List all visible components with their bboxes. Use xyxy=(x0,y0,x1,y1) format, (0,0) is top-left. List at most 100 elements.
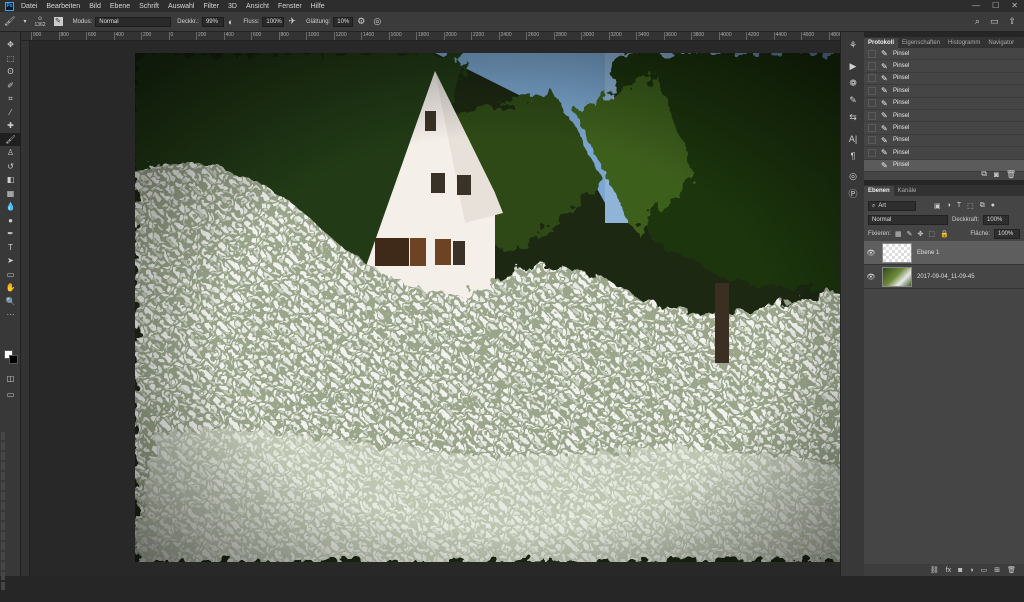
menu-bild[interactable]: Bild xyxy=(89,3,101,10)
deckkraft-input[interactable]: 99% xyxy=(201,16,224,27)
quick-mask-icon[interactable]: ◫ xyxy=(0,372,21,386)
document-canvas[interactable] xyxy=(135,53,864,562)
smart-object-filter-icon[interactable]: ⧉ xyxy=(980,202,985,210)
pixel-filter-icon[interactable]: ▣ xyxy=(934,202,941,210)
history-snapshot-checkbox[interactable] xyxy=(868,62,876,71)
maximize-icon[interactable]: ☐ xyxy=(992,1,999,10)
history-snapshot-checkbox[interactable] xyxy=(868,148,876,157)
dodge-icon[interactable]: ● xyxy=(0,214,21,228)
pressure-size-icon[interactable]: ◎ xyxy=(373,16,381,27)
history-item[interactable]: ✎ Pinsel xyxy=(864,110,1024,123)
brush-preset-picker[interactable]: ⊙ 1362 xyxy=(34,16,45,28)
brush-icon[interactable]: 🖌 xyxy=(0,132,21,146)
brush-settings-icon[interactable]: ✎ xyxy=(53,17,63,26)
history-snapshot-checkbox[interactable] xyxy=(868,49,876,58)
history-item[interactable]: ✎ Pinsel xyxy=(864,122,1024,135)
lock-pixels-icon[interactable]: ✎ xyxy=(907,230,913,238)
channels-icon[interactable]: ◎ xyxy=(841,168,865,185)
history-item[interactable]: ✎ Pinsel xyxy=(864,147,1024,160)
lock-all-icon[interactable]: 🔒 xyxy=(940,230,949,238)
adjustment-filter-icon[interactable]: ◑ xyxy=(947,202,951,210)
new-document-from-state-icon[interactable]: ⧉ xyxy=(981,169,987,179)
visibility-eye-icon[interactable]: 👁 xyxy=(864,249,878,257)
layer-row-ebene-1[interactable]: 👁 Ebene 1 xyxy=(864,241,1024,265)
menu-filter[interactable]: Filter xyxy=(203,3,219,10)
gear-icon[interactable]: ⚙ xyxy=(357,16,365,27)
libraries-icon[interactable]: ⚘ xyxy=(841,37,865,54)
minimize-icon[interactable]: — xyxy=(972,1,980,10)
modus-select[interactable]: Normal xyxy=(95,16,172,27)
history-item[interactable]: ✎ Pinsel xyxy=(864,135,1024,148)
lasso-icon[interactable]: ʘ xyxy=(0,65,21,79)
history-snapshot-checkbox[interactable] xyxy=(868,124,876,133)
pressure-opacity-icon[interactable]: ◐ xyxy=(228,17,233,27)
actions-play-icon[interactable]: ▶ xyxy=(841,58,865,75)
menu-ebene[interactable]: Ebene xyxy=(110,3,130,10)
paragraph-icon[interactable]: ¶ xyxy=(841,147,865,164)
healing-icon[interactable]: ✚ xyxy=(0,119,21,133)
blur-icon[interactable]: 💧 xyxy=(0,200,21,214)
layer-filter-select[interactable]: ⌕ Art xyxy=(868,201,916,211)
lock-artboard-icon[interactable]: ⬚ xyxy=(928,230,935,238)
paths-icon[interactable]: Ⓟ xyxy=(841,185,865,202)
link-layers-icon[interactable]: ⛓ xyxy=(930,566,939,574)
history-item[interactable]: ✎ Pinsel xyxy=(864,85,1024,98)
fluss-input[interactable]: 100% xyxy=(262,16,285,27)
add-mask-icon[interactable]: ◙ xyxy=(958,567,962,574)
crop-icon[interactable]: ⌗ xyxy=(0,92,21,106)
trash-icon[interactable]: 🗑 xyxy=(1006,170,1016,179)
pen-icon[interactable]: ✒ xyxy=(0,227,21,241)
menu-auswahl[interactable]: Auswahl xyxy=(168,3,194,10)
more-tools-icon[interactable]: ··· xyxy=(0,308,21,322)
eyedropper-icon[interactable]: ⁄ xyxy=(0,106,21,120)
snapshot-camera-icon[interactable]: ◙ xyxy=(994,170,999,179)
chevron-down-icon[interactable]: ▾ xyxy=(23,18,26,25)
opacity-input[interactable]: 100% xyxy=(983,215,1010,225)
tab-histogramm[interactable]: Histogramm xyxy=(944,38,984,48)
new-group-icon[interactable]: ▭ xyxy=(981,566,988,574)
type-icon[interactable]: T xyxy=(0,241,21,255)
menu-bearbeiten[interactable]: Bearbeiten xyxy=(46,3,80,10)
path-select-icon[interactable]: ➤ xyxy=(0,254,21,268)
menu-ansicht[interactable]: Ansicht xyxy=(246,3,269,10)
move-icon[interactable]: ✥ xyxy=(0,38,21,52)
menu-schrift[interactable]: Schrift xyxy=(139,3,159,10)
menu-3d[interactable]: 3D xyxy=(228,3,237,10)
history-snapshot-checkbox[interactable] xyxy=(868,111,876,120)
tab-kanaele[interactable]: Kanäle xyxy=(894,186,921,196)
workspace-icon[interactable]: ▭ xyxy=(990,16,999,27)
tab-ebenen[interactable]: Ebenen xyxy=(864,186,894,196)
history-brush-icon[interactable]: ↺ xyxy=(0,160,21,174)
airbrush-icon[interactable]: ✈ xyxy=(288,16,296,27)
zoom-icon[interactable]: 🔍 xyxy=(0,295,21,309)
new-adjustment-icon[interactable]: ◑ xyxy=(969,567,973,574)
layer-row-photo[interactable]: 👁 2017-09-04_11-09-45 xyxy=(864,265,1024,289)
visibility-eye-icon[interactable]: 👁 xyxy=(864,273,878,281)
history-snapshot-checkbox[interactable] xyxy=(868,74,876,83)
trash-icon[interactable]: 🗑 xyxy=(1007,566,1016,574)
menu-datei[interactable]: Datei xyxy=(21,3,37,10)
background-color-swatch[interactable] xyxy=(9,355,18,364)
history-snapshot-checkbox[interactable] xyxy=(868,99,876,108)
history-item[interactable]: ✎ Pinsel xyxy=(864,48,1024,61)
glaettung-input[interactable]: 10% xyxy=(333,16,354,27)
share-icon[interactable]: ⇪ xyxy=(1008,16,1016,27)
history-snapshot-checkbox[interactable] xyxy=(868,136,876,145)
quick-select-icon[interactable]: ✐ xyxy=(0,79,21,93)
search-icon[interactable]: ⌕ xyxy=(975,16,980,27)
fill-input[interactable]: 100% xyxy=(994,229,1020,239)
history-item[interactable]: ✎ Pinsel xyxy=(864,73,1024,86)
lock-position-icon[interactable]: ✥ xyxy=(918,230,924,238)
stamp-icon[interactable]: ♙ xyxy=(0,146,21,160)
lock-transparency-icon[interactable]: ▦ xyxy=(895,230,902,238)
close-icon[interactable]: ✕ xyxy=(1011,1,1018,10)
shape-filter-icon[interactable]: ⬚ xyxy=(967,202,974,210)
tab-navigator[interactable]: Navigator xyxy=(984,38,1018,48)
menu-fenster[interactable]: Fenster xyxy=(278,3,302,10)
marquee-icon[interactable]: ⬚ xyxy=(0,52,21,66)
brush-presets-icon[interactable]: ❁ xyxy=(841,75,865,92)
history-item[interactable]: ✎ Pinsel xyxy=(864,60,1024,73)
character-icon[interactable]: A| xyxy=(841,130,865,147)
eraser-icon[interactable]: ◧ xyxy=(0,173,21,187)
hand-icon[interactable]: ✋ xyxy=(0,281,21,295)
